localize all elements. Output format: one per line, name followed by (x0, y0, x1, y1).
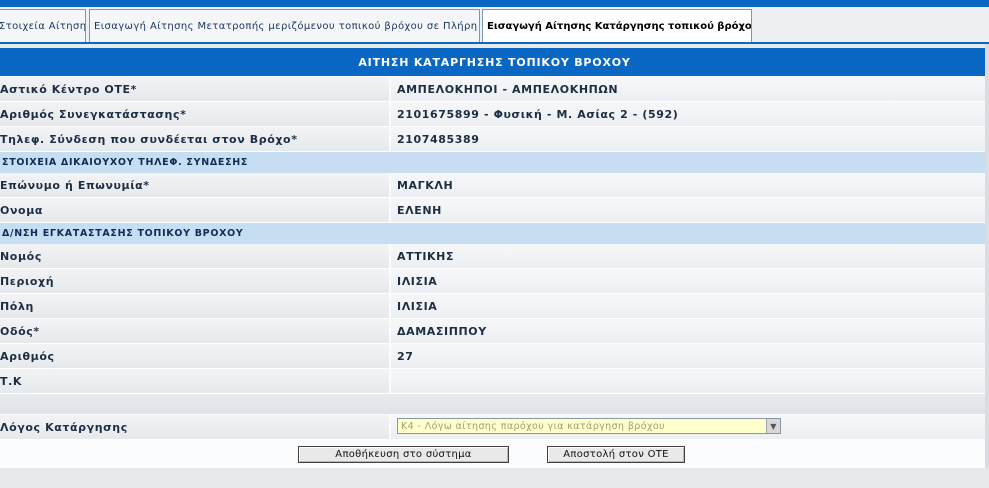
form-row: Επώνυμο ή Επωνυμία* ΜΑΓΚΛΗ (0, 173, 989, 198)
form-row: Αριθμός 27 (0, 344, 989, 369)
tab-bar: Στοιχεία Αίτησης Εισαγωγή Αίτησης Μετατρ… (0, 7, 989, 43)
field-label: Τ.Κ (0, 369, 389, 393)
field-value: 2101675899 - Φυσική - Μ. Ασίας 2 - (592) (391, 102, 989, 126)
field-label: Λόγος Κατάργησης (0, 415, 389, 439)
form-row: Νομός ΑΤΤΙΚΗΣ (0, 244, 989, 269)
field-value (391, 369, 989, 393)
tab-loop-cancellation[interactable]: Εισαγωγή Αίτησης Κατάργησης τοπικού βρόχ… (482, 9, 752, 42)
field-value: ΑΤΤΙΚΗΣ (391, 244, 989, 268)
send-to-ote-button[interactable]: Αποστολή στον ΟΤΕ (547, 446, 685, 463)
tab-underline (0, 42, 989, 44)
right-edge (985, 44, 989, 468)
section-header-owner: ΣΤΟΙΧΕΙΑ ΔΙΚΑΙΟΥΧΟΥ ΤΗΛΕΦ. ΣΥΝΔΕΣΗΣ (0, 152, 989, 173)
chevron-down-icon[interactable]: ▼ (766, 419, 780, 433)
field-label: Περιοχή (0, 269, 389, 293)
form-row: Τ.Κ (0, 369, 989, 394)
field-value: ΕΛΕΝΗ (391, 198, 989, 222)
select-value: Κ4 - Λόγω αίτησης παρόχου για κατάργηση … (401, 420, 665, 432)
cancellation-form: ΑΙΤΗΣΗ ΚΑΤΑΡΓΗΣΗΣ ΤΟΠΙΚΟΥ ΒΡΟΧΟΥ Αστικό … (0, 48, 989, 468)
field-label: Πόλη (0, 294, 389, 318)
field-label: Αριθμός Συνεγκατάστασης* (0, 102, 389, 126)
field-label: Επώνυμο ή Επωνυμία* (0, 173, 389, 197)
form-spacer (0, 394, 989, 414)
field-value: 2107485389 (391, 127, 989, 151)
field-label: Νομός (0, 244, 389, 268)
form-row: Ονομα ΕΛΕΝΗ (0, 198, 989, 223)
section-header-address: Δ/ΝΣΗ ΕΓΚΑΤΑΣΤΑΣΗΣ ΤΟΠΙΚΟΥ ΒΡΟΧΟΥ (0, 223, 989, 244)
field-label: Αστικό Κέντρο ΟΤΕ* (0, 77, 389, 101)
form-row: Αστικό Κέντρο ΟΤΕ* ΑΜΠΕΛΟΚΗΠΟΙ - ΑΜΠΕΛΟΚ… (0, 77, 989, 102)
form-row: Οδός* ΔΑΜΑΣΙΠΠΟΥ (0, 319, 989, 344)
top-accent-bar (0, 0, 989, 7)
form-row: Αριθμός Συνεγκατάστασης* 2101675899 - Φυ… (0, 102, 989, 127)
form-row: Περιοχή ΙΛΙΣΙΑ (0, 269, 989, 294)
field-value: ΙΛΙΣΙΑ (391, 269, 989, 293)
field-label: Τηλεφ. Σύνδεση που συνδέεται στον Βρόχο* (0, 127, 389, 151)
field-value: ΙΛΙΣΙΑ (391, 294, 989, 318)
page-footer (0, 468, 989, 488)
form-row: Πόλη ΙΛΙΣΙΑ (0, 294, 989, 319)
tab-shared-to-full-loop[interactable]: Εισαγωγή Αίτησης Μετατροπής μεριζόμενου … (89, 9, 480, 42)
field-label: Οδός* (0, 319, 389, 343)
field-label: Ονομα (0, 198, 389, 222)
tab-request-details[interactable]: Στοιχεία Αίτησης (0, 9, 86, 42)
field-value: ΜΑΓΚΛΗ (391, 173, 989, 197)
field-label: Αριθμός (0, 344, 389, 368)
field-value: ΔΑΜΑΣΙΠΠΟΥ (391, 319, 989, 343)
form-row-reason: Λόγος Κατάργησης Κ4 - Λόγω αίτησης παρόχ… (0, 415, 989, 440)
form-title: ΑΙΤΗΣΗ ΚΑΤΑΡΓΗΣΗΣ ΤΟΠΙΚΟΥ ΒΡΟΧΟΥ (0, 48, 989, 76)
cancellation-reason-select[interactable]: Κ4 - Λόγω αίτησης παρόχου για κατάργηση … (397, 418, 781, 434)
form-row: Τηλεφ. Σύνδεση που συνδέεται στον Βρόχο*… (0, 127, 989, 152)
field-value: 27 (391, 344, 989, 368)
save-button[interactable]: Αποθήκευση στο σύστημα (298, 446, 509, 463)
field-value: ΑΜΠΕΛΟΚΗΠΟΙ - ΑΜΠΕΛΟΚΗΠΩΝ (391, 77, 989, 101)
